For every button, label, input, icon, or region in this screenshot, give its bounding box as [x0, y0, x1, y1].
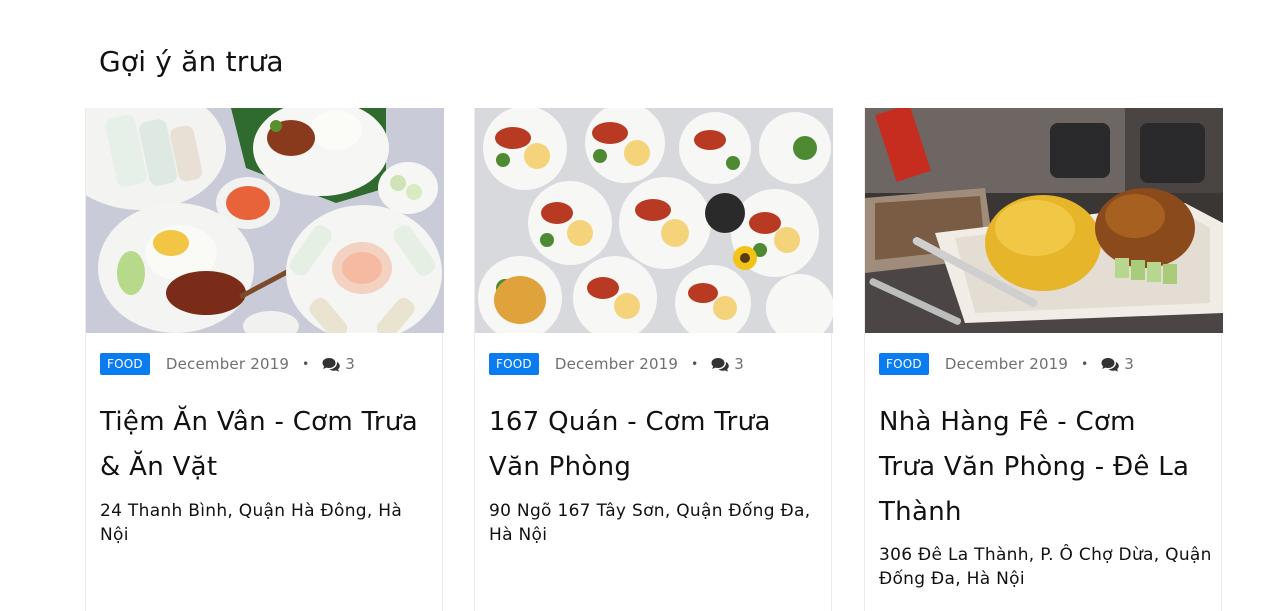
post-address: 306 Đê La Thành, P. Ô Chợ Dừa, Quận Đống… — [879, 545, 1212, 589]
comment-count: 3 — [1124, 355, 1134, 373]
post-thumbnail[interactable] — [86, 108, 444, 333]
post-meta: FOOD December 2019 • 3 — [879, 353, 1134, 375]
comments-icon — [322, 357, 341, 372]
food-photo-icon — [86, 108, 444, 333]
post-card: FOOD December 2019 • 3 Tiệm Ăn Vân - Cơm… — [85, 108, 444, 611]
meta-separator: • — [691, 357, 699, 371]
category-tag[interactable]: FOOD — [100, 353, 150, 375]
post-card: FOOD December 2019 • 3 Nhà Hàng Fê - Cơm… — [864, 108, 1223, 611]
meta-separator: • — [302, 357, 310, 371]
comments-icon — [1101, 357, 1120, 372]
category-tag[interactable]: FOOD — [879, 353, 929, 375]
post-thumbnail[interactable] — [475, 108, 833, 333]
post-address: 24 Thanh Bình, Quận Hà Đông, Hà Nội — [100, 501, 403, 545]
meta-separator: • — [1081, 357, 1089, 371]
comment-count: 3 — [734, 355, 744, 373]
post-card: FOOD December 2019 • 3 167 Quán - Cơm Tr… — [474, 108, 833, 611]
comment-count: 3 — [345, 355, 355, 373]
post-title[interactable]: 167 Quán - Cơm Trưa Văn Phòng — [489, 400, 809, 490]
comment-link[interactable]: 3 — [1101, 355, 1134, 373]
post-title[interactable]: Tiệm Ăn Vân - Cơm Trưa & Ăn Vặt — [100, 400, 420, 490]
food-photo-icon — [865, 108, 1223, 333]
post-date[interactable]: December 2019 — [166, 355, 289, 373]
comment-link[interactable]: 3 — [322, 355, 355, 373]
post-meta: FOOD December 2019 • 3 — [100, 353, 355, 375]
post-address: 90 Ngõ 167 Tây Sơn, Quận Đống Đa, Hà Nội — [489, 501, 811, 545]
post-title[interactable]: Nhà Hàng Fê - Cơm Trưa Văn Phòng - Đê La… — [879, 400, 1199, 535]
food-photo-icon — [475, 108, 833, 333]
comments-icon — [711, 357, 730, 372]
lunch-suggestions-section: Gợi ý ăn trưa FOOD December 2019 • 3 Tiệ… — [0, 0, 1278, 611]
section-title: Gợi ý ăn trưa — [99, 45, 284, 78]
comment-link[interactable]: 3 — [711, 355, 744, 373]
post-thumbnail[interactable] — [865, 108, 1223, 333]
category-tag[interactable]: FOOD — [489, 353, 539, 375]
post-date[interactable]: December 2019 — [555, 355, 678, 373]
post-meta: FOOD December 2019 • 3 — [489, 353, 744, 375]
post-date[interactable]: December 2019 — [945, 355, 1068, 373]
